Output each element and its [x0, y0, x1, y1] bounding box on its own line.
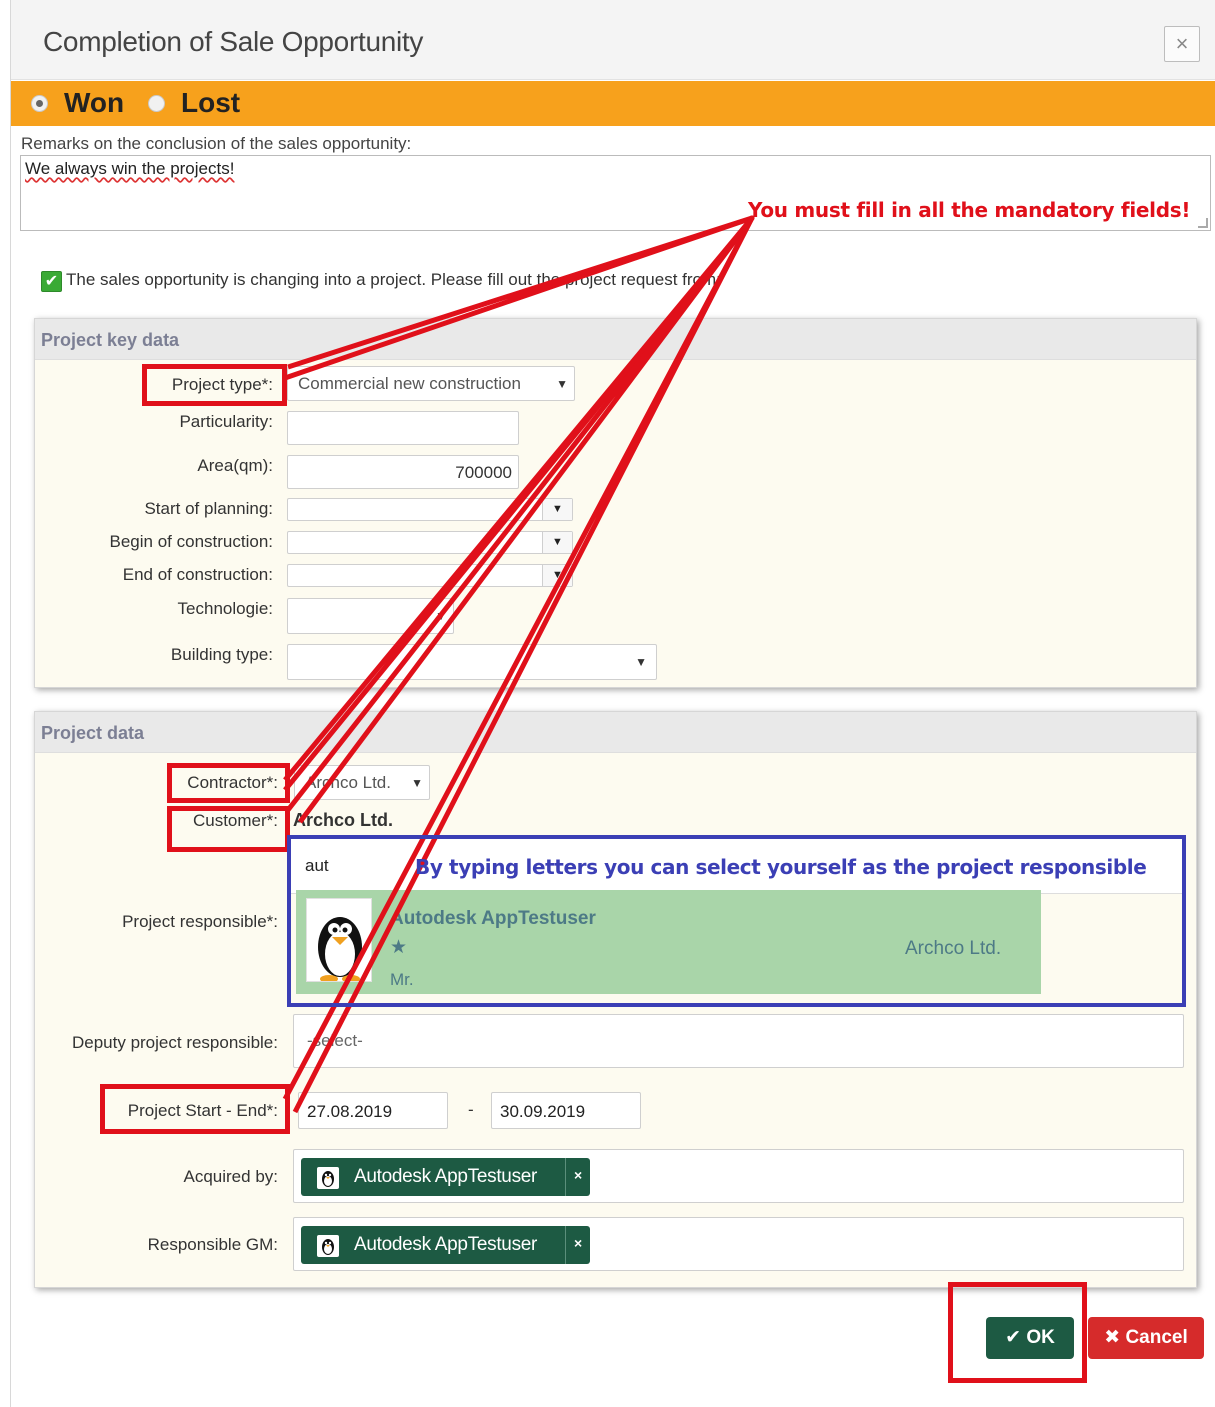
- acquired-by-chip[interactable]: Autodesk AppTestuser ×: [301, 1158, 590, 1196]
- remove-chip-icon[interactable]: ×: [565, 1226, 590, 1264]
- resize-grip-icon[interactable]: [1198, 218, 1208, 228]
- project-conversion-note: The sales opportunity is changing into a…: [66, 270, 721, 289]
- typing-annotation: By typing letters you can select yoursel…: [415, 855, 1147, 879]
- project-start-input[interactable]: 27.08.2019: [298, 1092, 448, 1129]
- lost-label[interactable]: Lost: [181, 87, 240, 119]
- chevron-down-icon: ▼: [435, 609, 447, 623]
- area-input[interactable]: 700000: [287, 455, 519, 489]
- area-label: Area(qm):: [197, 456, 273, 475]
- annotation-box-ok: [948, 1282, 1087, 1383]
- date-range-separator: -: [468, 1100, 474, 1119]
- remove-chip-icon[interactable]: ×: [565, 1158, 590, 1196]
- mandatory-fields-annotation: You must fill in all the mandatory field…: [748, 198, 1191, 222]
- remarks-label: Remarks on the conclusion of the sales o…: [21, 134, 412, 153]
- contractor-select[interactable]: Archco Ltd. ▼: [294, 765, 430, 800]
- chevron-down-icon: ▼: [635, 655, 647, 669]
- project-responsible-label: Project responsible*:: [122, 912, 278, 931]
- cancel-button[interactable]: ✖ Cancel: [1088, 1317, 1204, 1359]
- annotation-box-project-type: [142, 364, 287, 406]
- contractor-value: Archco Ltd.: [305, 773, 391, 792]
- building-type-select[interactable]: ▼: [287, 644, 657, 680]
- project-type-select[interactable]: Commercial new construction ▼: [287, 366, 575, 401]
- won-radio[interactable]: [31, 95, 48, 112]
- technologie-select[interactable]: ▼: [287, 598, 454, 634]
- responsible-gm-chip[interactable]: Autodesk AppTestuser ×: [301, 1226, 590, 1264]
- particularity-label: Particularity:: [179, 412, 273, 431]
- technologie-label: Technologie:: [177, 599, 273, 618]
- responsible-gm-field[interactable]: Autodesk AppTestuser ×: [293, 1217, 1184, 1271]
- chevron-down-icon: ▼: [556, 376, 568, 391]
- deputy-select[interactable]: -select-: [293, 1014, 1184, 1068]
- building-type-label: Building type:: [170, 645, 273, 664]
- annotation-box-start-end: [100, 1084, 290, 1134]
- close-button[interactable]: ×: [1164, 26, 1200, 62]
- begin-construction-label: Begin of construction:: [109, 532, 273, 551]
- chevron-down-icon: ▼: [411, 775, 423, 790]
- remarks-value: We always win the projects!: [25, 159, 235, 178]
- responsible-gm-value: Autodesk AppTestuser: [354, 1234, 538, 1255]
- annotation-box-customer: [167, 806, 290, 852]
- project-data-heading: Project data: [35, 712, 1196, 753]
- start-planning-date[interactable]: ▼: [287, 498, 573, 521]
- particularity-input[interactable]: [287, 411, 519, 445]
- end-construction-label: End of construction:: [122, 565, 273, 584]
- deputy-label: Deputy project responsible:: [71, 1033, 278, 1052]
- status-bar: Won Lost: [11, 81, 1215, 126]
- calendar-dropdown-icon[interactable]: ▼: [542, 532, 572, 553]
- won-label[interactable]: Won: [64, 87, 124, 119]
- user-avatar-icon: [317, 1235, 339, 1257]
- user-avatar-icon: [317, 1167, 339, 1189]
- project-key-data-heading: Project key data: [35, 319, 1196, 360]
- cancel-button-label: Cancel: [1125, 1327, 1188, 1348]
- responsible-gm-label: Responsible GM:: [147, 1235, 278, 1254]
- calendar-dropdown-icon[interactable]: ▼: [542, 499, 572, 520]
- dialog-titlebar: Completion of Sale Opportunity ×: [11, 0, 1215, 80]
- end-construction-date[interactable]: ▼: [287, 564, 573, 587]
- acquired-by-label: Acquired by:: [183, 1167, 279, 1186]
- acquired-by-field[interactable]: Autodesk AppTestuser ×: [293, 1149, 1184, 1203]
- project-type-value: Commercial new construction: [298, 374, 521, 393]
- customer-value: Archco Ltd.: [293, 810, 394, 830]
- dialog-title: Completion of Sale Opportunity: [43, 26, 424, 57]
- calendar-dropdown-icon[interactable]: ▼: [542, 565, 572, 586]
- annotation-box-contractor: [167, 763, 290, 803]
- project-end-input[interactable]: 30.09.2019: [491, 1092, 641, 1129]
- start-planning-label: Start of planning:: [144, 499, 273, 518]
- begin-construction-date[interactable]: ▼: [287, 531, 573, 554]
- acquired-by-value: Autodesk AppTestuser: [354, 1166, 538, 1187]
- checkbox-checked-icon[interactable]: ✔: [41, 271, 62, 292]
- cross-icon: ✖: [1104, 1327, 1121, 1348]
- lost-radio[interactable]: [148, 95, 165, 112]
